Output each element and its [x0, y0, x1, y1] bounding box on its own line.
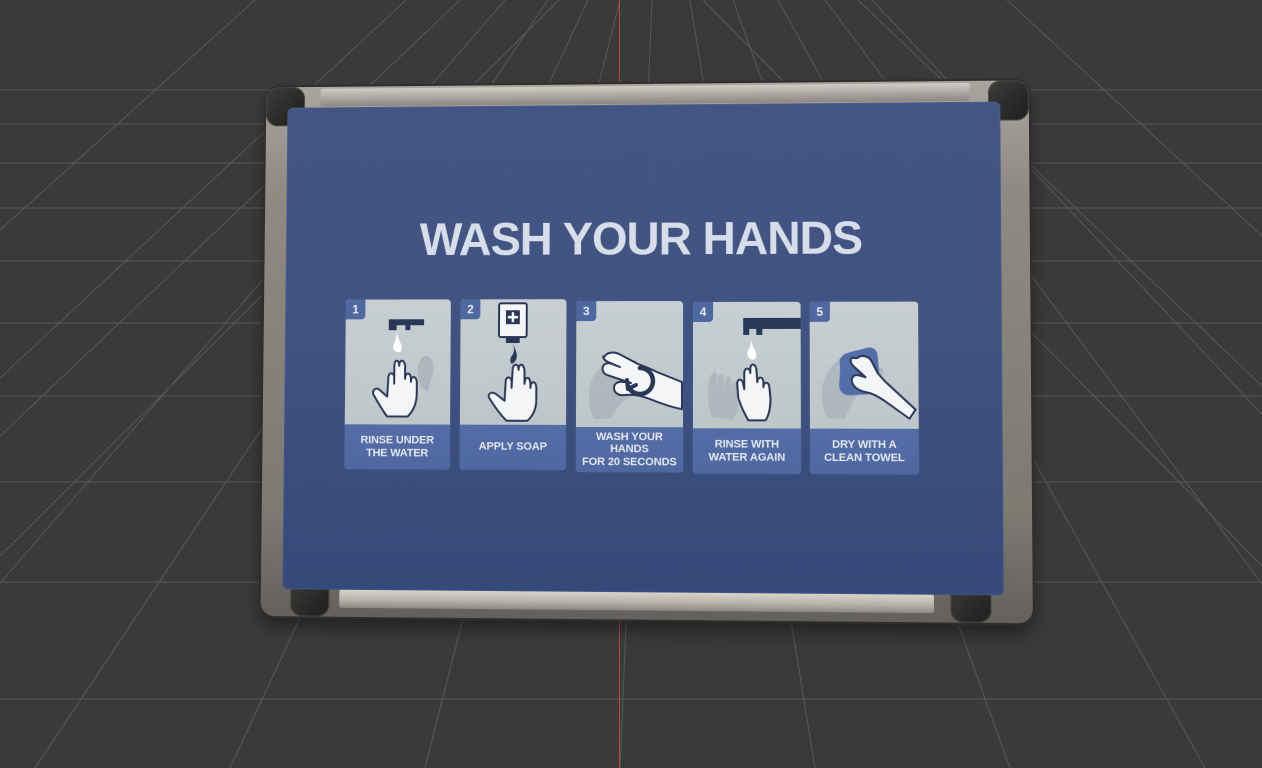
step-card-label-area: APPLY SOAP — [460, 425, 566, 470]
step-card-top: 3 — [576, 301, 683, 427]
step-label: WASH YOUR HANDS FOR 20 SECONDS — [582, 430, 677, 468]
sign-title: WASH YOUR HANDS — [286, 214, 1002, 263]
step-card-label-area: RINSE UNDER THE WATER — [344, 424, 450, 469]
step-card-5: 5 DRY WITH A CLEAN TOWEL — [810, 302, 919, 475]
washing-hands-circular-arrow-icon — [576, 301, 683, 427]
sign-panel: WASH YOUR HANDS 1 RINSE UNDER THE WATER … — [282, 102, 1003, 596]
whiteboard-sign[interactable]: WASH YOUR HANDS 1 RINSE UNDER THE WATER … — [261, 80, 1033, 623]
steps-row: 1 RINSE UNDER THE WATER 2 APPLY SOAP 3 W… — [344, 299, 940, 473]
step-label: RINSE WITH WATER AGAIN — [709, 438, 786, 464]
step-card-label-area: RINSE WITH WATER AGAIN — [693, 428, 801, 474]
faucet-rinse-hand-icon — [693, 302, 801, 429]
step-card-1: 1 RINSE UNDER THE WATER — [344, 299, 450, 469]
step-card-2: 2 APPLY SOAP — [460, 299, 567, 470]
3d-viewport[interactable]: WASH YOUR HANDS 1 RINSE UNDER THE WATER … — [0, 0, 1262, 768]
step-card-top: 1 — [345, 299, 451, 424]
step-card-3: 3 WASH YOUR HANDS FOR 20 SECONDS — [576, 301, 683, 472]
towel-drying-hand-icon — [810, 302, 919, 429]
faucet-water-hand-icon — [345, 299, 451, 424]
step-card-top: 4 — [693, 302, 801, 429]
step-card-label-area: WASH YOUR HANDS FOR 20 SECONDS — [576, 427, 683, 473]
soap-dispenser-hand-icon — [460, 299, 567, 425]
step-card-label-area: DRY WITH A CLEAN TOWEL — [810, 429, 919, 475]
step-card-top: 2 — [460, 299, 567, 425]
step-label: DRY WITH A CLEAN TOWEL — [824, 439, 905, 465]
step-card-top: 5 — [810, 302, 919, 429]
step-label: APPLY SOAP — [479, 441, 547, 454]
step-card-4: 4 RINSE WITH WATER AGAIN — [693, 302, 801, 474]
step-label: RINSE UNDER THE WATER — [360, 434, 434, 459]
